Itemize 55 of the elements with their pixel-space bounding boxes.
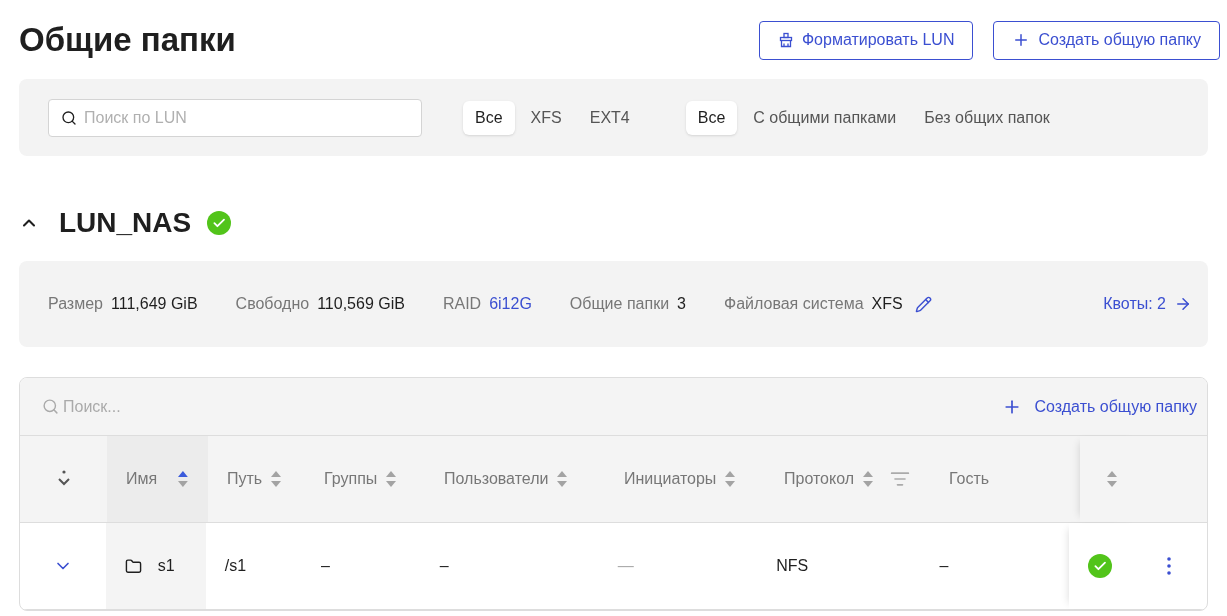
table-cell-text: NFS	[776, 556, 809, 576]
table-search-field[interactable]: Поиск...	[63, 394, 270, 419]
table-cell-text: –	[439, 556, 449, 576]
more-icon	[1167, 557, 1171, 575]
page-title: Общие папки	[19, 20, 236, 61]
create-folder-link[interactable]: Создать общую папку	[1002, 394, 1197, 419]
stat-value: 111,649 GiB	[111, 294, 198, 314]
search-icon	[61, 109, 77, 126]
sort-icon[interactable]	[724, 469, 737, 489]
stat-label: Общие папки	[569, 294, 670, 314]
table-cell-text: –	[320, 556, 330, 576]
filter-tab[interactable]: Все	[685, 100, 738, 135]
column-header: Пользователи	[444, 469, 549, 489]
stat-value: 110,569 GiB	[317, 294, 405, 314]
stat-value: XFS	[871, 294, 903, 314]
arrow-right-icon	[1174, 295, 1192, 313]
search-field[interactable]: Поиск по LUN	[48, 98, 422, 137]
sort-icon[interactable]	[177, 469, 189, 489]
stat-label: Файловая система	[723, 294, 864, 314]
filter-icon[interactable]	[890, 469, 911, 489]
raid-link[interactable]: 6i12G	[489, 292, 532, 316]
stat-label: RAID	[442, 294, 482, 314]
quotas-link[interactable]: Квоты: 2	[1103, 292, 1192, 316]
format-lun-button[interactable]: Форматировать LUN	[758, 20, 974, 60]
search-icon	[42, 398, 59, 415]
column-header: Группы	[324, 469, 378, 489]
table-cell-text: —	[617, 556, 634, 576]
table-cell-text: s1	[157, 556, 175, 576]
filter-tab[interactable]: XFS	[518, 100, 574, 135]
expand-all-icon[interactable]	[56, 470, 71, 488]
column-header: Инициаторы	[624, 469, 717, 489]
table-cell-text: /s1	[224, 556, 247, 576]
folder-icon	[124, 557, 142, 575]
sort-icon[interactable]	[385, 469, 398, 489]
more-actions-button[interactable]	[1167, 557, 1171, 575]
stat-label: Свободно	[235, 294, 310, 314]
column-header: Гость	[949, 469, 990, 489]
filter-tab[interactable]: Без общих папок	[912, 100, 1062, 135]
table-cell-text: –	[939, 556, 949, 576]
sort-icon[interactable]	[862, 469, 875, 489]
filter-tab[interactable]: EXT4	[577, 100, 642, 135]
sort-icon[interactable]	[270, 469, 283, 489]
edit-icon[interactable]	[914, 295, 932, 313]
stat-label: Размер	[48, 294, 103, 314]
sort-icon[interactable]	[1105, 469, 1118, 489]
create-folder-button[interactable]: Создать общую папку	[993, 20, 1220, 60]
sort-icon[interactable]	[556, 469, 569, 489]
filter-tab[interactable]: Все	[463, 100, 515, 135]
column-header: Протокол	[784, 469, 855, 489]
lun-name: LUN_NAS	[59, 206, 192, 240]
column-header: Имя	[126, 469, 158, 489]
column-header: Путь	[227, 469, 263, 489]
brush-icon	[777, 32, 794, 48]
filter-tab[interactable]: С общими папками	[741, 100, 909, 135]
stat-value: 3	[677, 294, 686, 314]
